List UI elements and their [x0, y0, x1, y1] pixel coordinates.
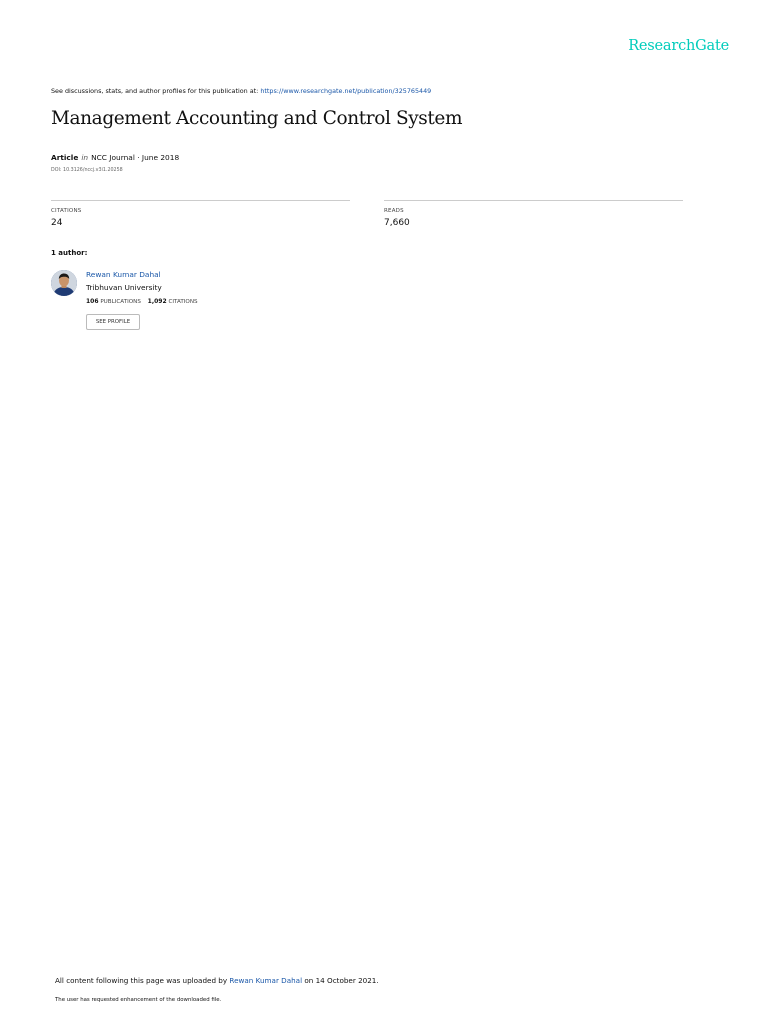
citations-stat: CITATIONS 24 — [51, 200, 350, 228]
upload-prefix: All content following this page was uplo… — [55, 976, 230, 985]
publication-link[interactable]: https://www.researchgate.net/publication… — [260, 87, 431, 95]
citations-label: CITATIONS — [51, 208, 82, 214]
author-avatar[interactable] — [51, 270, 77, 296]
publication-type: Article — [51, 153, 79, 162]
upload-suffix: on 14 October 2021. — [302, 976, 379, 985]
author-name-link[interactable]: Rewan Kumar Dahal — [86, 270, 161, 279]
publication-venue-date: NCC Journal · June 2018 — [91, 153, 180, 162]
author-publications-count: 106 — [86, 298, 99, 305]
discussion-prefix: See discussions, stats, and author profi… — [51, 87, 261, 95]
discussion-line: See discussions, stats, and author profi… — [51, 87, 431, 95]
researchgate-logo[interactable]: ResearchGate — [628, 38, 729, 54]
upload-notice: All content following this page was uplo… — [55, 976, 379, 985]
author-stats: 106 PUBLICATIONS 1,092 CITATIONS — [86, 298, 198, 305]
author-citations-count: 1,092 — [147, 298, 167, 305]
reads-stat: READS 7,660 — [384, 200, 683, 228]
author-citations-label: CITATIONS — [168, 299, 198, 305]
enhancement-note: The user has requested enhancement of th… — [55, 997, 222, 1003]
publication-title: Management Accounting and Control System — [51, 108, 463, 129]
in-word: in — [81, 153, 89, 162]
publication-meta: Article in NCC Journal · June 2018 — [51, 153, 179, 162]
reads-value: 7,660 — [384, 218, 410, 228]
authors-heading: 1 author: — [51, 249, 88, 257]
uploader-link[interactable]: Rewan Kumar Dahal — [229, 976, 302, 985]
author-affiliation: Tribhuvan University — [86, 283, 162, 292]
citations-value: 24 — [51, 218, 63, 228]
doi: DOI: 10.3126/nccj.v3i1.20258 — [51, 168, 123, 173]
author-publications-label: PUBLICATIONS — [100, 299, 141, 305]
avatar-image — [51, 270, 77, 296]
see-profile-button[interactable]: SEE PROFILE — [86, 314, 140, 330]
reads-label: READS — [384, 208, 404, 214]
